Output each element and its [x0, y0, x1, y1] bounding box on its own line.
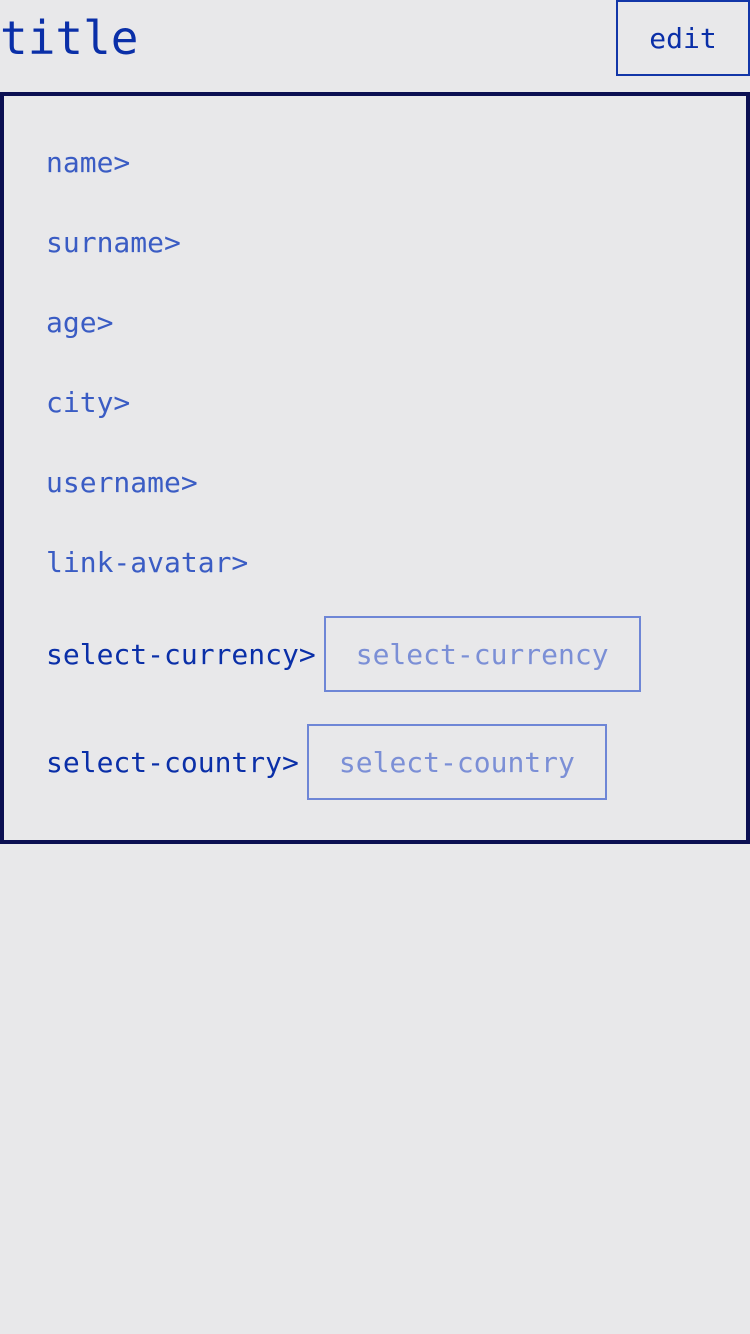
surname-link[interactable]: surname> [46, 223, 181, 263]
edit-button[interactable]: edit [616, 0, 750, 76]
profile-panel: name> surname> age> city> username> link… [0, 92, 750, 844]
link-avatar-link[interactable]: link-avatar> [46, 543, 248, 583]
country-label: select-country> [46, 745, 299, 779]
currency-row: select-currency> select-currency [46, 616, 641, 692]
city-link[interactable]: city> [46, 383, 130, 423]
currency-select[interactable]: select-currency [323, 616, 641, 692]
country-row: select-country> select-country [46, 724, 607, 800]
country-select[interactable]: select-country [306, 724, 607, 800]
age-link[interactable]: age> [46, 303, 113, 343]
name-link[interactable]: name> [46, 143, 130, 183]
page-title: title [0, 11, 139, 65]
currency-label: select-currency> [46, 637, 316, 671]
username-link[interactable]: username> [46, 463, 198, 503]
